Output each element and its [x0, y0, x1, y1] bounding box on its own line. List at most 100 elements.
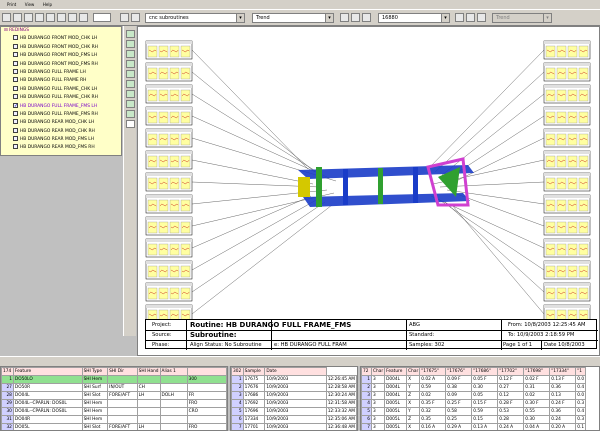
checkbox-icon[interactable]	[13, 144, 18, 150]
tree-item[interactable]: HB DURANGO REAR MOD_CHK RH	[1, 127, 121, 136]
splitter[interactable]	[0, 356, 600, 366]
column-header[interactable]: Char	[370, 367, 386, 376]
settings-icon[interactable]	[79, 13, 88, 22]
table-row[interactable]: 5 17696 10/9/2003 12:33:32 AM	[231, 407, 357, 416]
column-header[interactable]: "1	[575, 367, 587, 376]
table-row[interactable]: 6 17334 10/9/2003 12:35:06 AM	[231, 415, 357, 424]
tree-item[interactable]: HB DURANGO FRONT MOD_CHK RH	[1, 43, 121, 52]
tree-item[interactable]: HB DURANGO FULL FRAME LH	[1, 68, 121, 77]
color-icon[interactable]	[126, 110, 135, 118]
chevron-down-icon[interactable]: ▾	[236, 14, 244, 22]
layout-icon[interactable]	[126, 30, 135, 38]
column-header[interactable]: SHI Type	[81, 367, 109, 376]
first-icon[interactable]	[351, 13, 360, 22]
menu-help[interactable]: Help	[43, 0, 52, 9]
table-row[interactable]: 27 DO50R SHI Surf IN/OUT CH	[1, 383, 227, 392]
table-row[interactable]: 32 DO05L SHI Slot FORE/AFT LH FRO	[1, 423, 227, 430]
prev-icon[interactable]	[120, 13, 129, 22]
column-header[interactable]: SHI Hand	[136, 367, 161, 376]
column-header[interactable]: Char	[406, 367, 421, 376]
chart-icon[interactable]	[35, 13, 44, 22]
pan-icon[interactable]	[126, 50, 135, 58]
checkbox-icon[interactable]	[13, 77, 18, 83]
tree-root[interactable]: ⊟ REDINGS	[1, 27, 121, 35]
table-row[interactable]: 4 17692 10/9/2003 12:31:58 AM	[231, 399, 357, 408]
column-header[interactable]: 72	[361, 367, 372, 376]
checkbox-icon[interactable]	[13, 110, 18, 116]
checkbox-icon[interactable]	[13, 127, 18, 133]
column-header[interactable]: SHI Dir	[107, 367, 138, 376]
column-header[interactable]: "17698"	[523, 367, 551, 376]
column-header[interactable]: "17702"	[497, 367, 525, 376]
tree-item[interactable]: HB DURANGO FRONT MOD_FMS RH	[1, 60, 121, 69]
filter-icon[interactable]	[24, 13, 33, 22]
table-row[interactable]: 30 DO04L--CPARLN: DOS0L SHI Hem CRO	[1, 407, 227, 416]
table-row[interactable]: 6 3 D005L Z 0.35 0.25 0.15 0.28 0.30 0.24 0.3	[361, 415, 587, 424]
refresh-icon[interactable]	[13, 13, 22, 22]
tree-item[interactable]: HB DURANGO FRONT MOD_FMS LH	[1, 52, 121, 60]
check-icon[interactable]	[340, 13, 349, 22]
print-icon[interactable]	[126, 60, 135, 68]
column-header[interactable]: Date	[264, 367, 327, 376]
menu-print[interactable]: Print	[7, 0, 16, 9]
checkbox-icon[interactable]	[13, 85, 18, 91]
sample-combo[interactable]: 16880 ▾	[378, 13, 450, 23]
tree-item[interactable]: ✓ HB DURANGO FULL FRAME_FMS LH	[1, 102, 121, 111]
column-header[interactable]: Feature	[384, 367, 408, 376]
view-combo[interactable]: Trend ▾	[252, 13, 334, 23]
checkbox-icon[interactable]	[13, 136, 18, 142]
checkbox-icon[interactable]	[13, 60, 18, 66]
tree-item[interactable]: HB DURANGO REAR MOD_FMS RH	[1, 144, 121, 152]
checkbox-icon[interactable]: ✓	[13, 102, 18, 108]
table-row[interactable]: 2 3 D004L Y 0.59 0.38 0.30 0.27 0.31 0.36 0.4	[361, 383, 587, 392]
table-row[interactable]: 7 17701 10/9/2003 12:36:48 AM	[231, 423, 357, 430]
column-header[interactable]	[186, 367, 227, 376]
tree-item[interactable]: HB DURANGO FULL FRAME_FMS RH	[1, 110, 121, 119]
tree-item[interactable]: HB DURANGO FULL FRAME_CHK RH	[1, 94, 121, 102]
column-header[interactable]: Sample	[242, 367, 266, 376]
checkbox-icon[interactable]	[13, 43, 18, 49]
column-header[interactable]: 302	[231, 367, 244, 376]
measure-icon[interactable]	[126, 90, 135, 98]
table-row[interactable]: 3 3 D004L Z 0.02 0.09 0.05 0.12 0.02 0.13 0.0	[361, 391, 587, 400]
blank-combo[interactable]	[93, 13, 111, 22]
column-header[interactable]: "17676"	[445, 367, 473, 376]
forward-icon[interactable]	[455, 13, 464, 22]
table-row[interactable]: 1 17675 10/9/2003 12:26:45 AM	[231, 375, 357, 384]
range-combo[interactable]: Trend ▾	[492, 13, 552, 23]
column-header[interactable]: Feature	[12, 367, 83, 376]
column-header[interactable]: "17334"	[549, 367, 577, 376]
grid-icon[interactable]	[46, 13, 55, 22]
binoculars-icon[interactable]	[126, 120, 135, 128]
last-icon[interactable]	[466, 13, 475, 22]
chevron-down-icon[interactable]: ▾	[325, 14, 333, 22]
tree-item[interactable]: HB DURANGO FULL FRAME_CHK LH	[1, 85, 121, 94]
zoom-icon[interactable]	[126, 40, 135, 48]
table-row[interactable]: 7 3 D005L X 0.16 A 0.29 A 0.13 A 0.24 A 0.04 A 0.…	[361, 423, 587, 430]
table-row[interactable]: 3 17686 10/9/2003 12:30:24 AM	[231, 391, 357, 400]
checkbox-icon[interactable]	[13, 119, 18, 125]
table-icon[interactable]	[57, 13, 66, 22]
table-row[interactable]: 29 DO04L--CPARLN: DOS0L SHI Hem FRO	[1, 399, 227, 408]
select-icon[interactable]	[126, 80, 135, 88]
checkbox-icon[interactable]	[13, 35, 18, 41]
tree-item[interactable]: HB DURANGO FRONT MOD_CHK LH	[1, 35, 121, 43]
checkbox-icon[interactable]	[13, 68, 18, 74]
chevron-down-icon[interactable]: ▾	[543, 14, 551, 22]
tree-item[interactable]: HB DURANGO FULL FRAME RH	[1, 77, 121, 85]
next-icon[interactable]	[131, 13, 140, 22]
checkbox-icon[interactable]	[13, 94, 18, 100]
column-header[interactable]: Alias 1	[159, 367, 188, 376]
table-row[interactable]: 2 17676 10/9/2003 12:28:58 AM	[231, 383, 357, 392]
chevron-down-icon[interactable]: ▾	[441, 14, 449, 22]
play-icon[interactable]	[477, 13, 486, 22]
menu-view[interactable]: View	[25, 0, 35, 9]
subroutine-combo[interactable]: cnc subroutines ▾	[145, 13, 245, 23]
checkbox-icon[interactable]	[13, 52, 18, 58]
table-row[interactable]: 1 3 D004L X 0.02 A 0.09 F 0.05 F 0.12 F 0.02 F 0.…	[361, 375, 587, 384]
table-row[interactable]: 5 3 D005L Y 0.32 0.58 0.59 0.53 0.55 0.36 0.4	[361, 407, 587, 416]
report-icon[interactable]	[68, 13, 77, 22]
open-icon[interactable]	[2, 13, 11, 22]
column-header[interactable]: 174	[1, 367, 14, 376]
tree-item[interactable]: HB DURANGO REAR MOD_FMS LH	[1, 136, 121, 144]
